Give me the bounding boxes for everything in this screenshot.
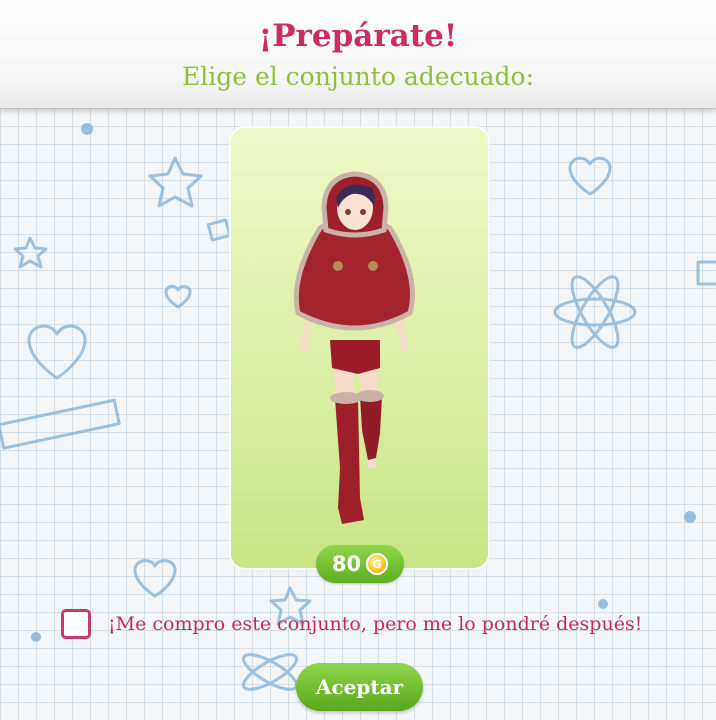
buy-later-checkbox[interactable]	[61, 609, 91, 639]
gold-coin-icon: G	[366, 553, 389, 575]
price-value: 80	[331, 552, 362, 576]
character-outfit-illustration	[293, 171, 415, 524]
buy-later-label[interactable]: ¡Me compro este conjunto, pero me lo pon…	[108, 613, 708, 635]
accept-button-label: Aceptar	[315, 675, 404, 699]
header-bar: ¡Prepárate! Elige el conjunto adecuado:	[0, 0, 716, 108]
page-subtitle: Elige el conjunto adecuado:	[181, 62, 535, 91]
price-badge: 80 G	[316, 545, 404, 583]
accept-button[interactable]: Aceptar	[296, 663, 423, 711]
page-title: ¡Prepárate!	[258, 18, 458, 54]
